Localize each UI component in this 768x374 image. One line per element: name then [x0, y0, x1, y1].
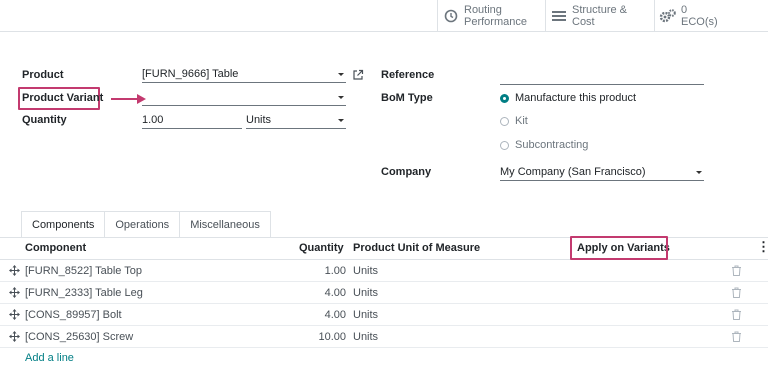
bom-type-label: BoM Type	[381, 92, 433, 104]
component-cell: [FURN_2333] Table Leg	[25, 287, 143, 299]
uom-cell: Units	[353, 331, 379, 343]
chevron-down-icon	[338, 73, 344, 76]
component-cell: [CONS_25630] Screw	[25, 331, 134, 343]
eco-button[interactable]: 0 ECO(s)	[654, 0, 768, 32]
trash-icon[interactable]	[731, 309, 742, 323]
quantity-field[interactable]: 1.00	[142, 113, 242, 129]
stat-label-line1: Structure &	[572, 4, 628, 16]
reference-label: Reference	[381, 69, 435, 81]
bom-type-option-kit[interactable]: Kit	[500, 115, 528, 127]
quantity-value: 1.00	[142, 114, 164, 126]
drag-handle-icon[interactable]	[9, 309, 20, 323]
bom-type-option-subcontracting[interactable]: Subcontracting	[500, 139, 588, 151]
quantity-cell: 10.00	[318, 331, 346, 343]
company-label: Company	[381, 166, 432, 178]
list-icon	[546, 10, 572, 22]
chevron-down-icon	[338, 96, 344, 99]
bom-type-option-manufacture[interactable]: Manufacture this product	[500, 92, 636, 104]
radio-unchecked-icon	[500, 140, 509, 150]
routing-performance-button[interactable]: Routing Performance	[437, 0, 545, 32]
column-options-icon[interactable]: ⋮	[757, 239, 768, 255]
bom-type-option-label: Manufacture this product	[515, 92, 637, 104]
component-cell: [FURN_8522] Table Top	[25, 265, 142, 277]
bom-type-option-label: Subcontracting	[515, 139, 589, 151]
tab-components[interactable]: Components	[21, 211, 106, 238]
column-header-quantity[interactable]: Quantity	[299, 242, 344, 254]
uom-cell: Units	[353, 265, 379, 277]
product-variant-field[interactable]	[142, 90, 346, 106]
gears-icon	[655, 9, 681, 23]
drag-handle-icon[interactable]	[9, 287, 20, 301]
uom-value: Units	[246, 114, 272, 126]
column-header-uom[interactable]: Product Unit of Measure	[353, 242, 480, 254]
quantity-cell: 4.00	[324, 287, 346, 299]
external-link-icon[interactable]	[352, 69, 364, 84]
quantity-cell: 1.00	[324, 265, 346, 277]
stat-label-line1: 0	[681, 4, 688, 16]
trash-icon[interactable]	[731, 265, 742, 279]
bom-type-option-label: Kit	[515, 115, 528, 127]
tab-miscellaneous[interactable]: Miscellaneous	[179, 211, 271, 238]
uom-field[interactable]: Units	[246, 113, 346, 129]
radio-checked-icon	[500, 93, 509, 103]
tab-operations[interactable]: Operations	[104, 211, 181, 238]
table-row[interactable]: [FURN_2333] Table Leg 4.00 Units	[0, 282, 768, 304]
table-row[interactable]: [CONS_25630] Screw 10.00 Units	[0, 326, 768, 348]
product-value: [FURN_9666] Table	[142, 68, 239, 80]
quantity-label: Quantity	[22, 114, 67, 126]
company-field[interactable]: My Company (San Francisco)	[500, 165, 704, 181]
stat-label-line2: Performance	[464, 16, 527, 28]
quantity-cell: 4.00	[324, 309, 346, 321]
product-field[interactable]: [FURN_9666] Table	[142, 67, 346, 83]
trash-icon[interactable]	[731, 331, 742, 345]
product-variant-label: Product Variant	[22, 92, 104, 104]
chevron-down-icon	[696, 171, 702, 174]
add-line-link[interactable]: Add a line	[25, 352, 74, 364]
component-cell: [CONS_89957] Bolt	[25, 309, 122, 321]
company-value: My Company (San Francisco)	[500, 166, 646, 178]
column-header-component[interactable]: Component	[25, 242, 86, 254]
reference-field[interactable]	[500, 69, 704, 85]
chevron-down-icon	[338, 119, 344, 122]
uom-cell: Units	[353, 287, 379, 299]
stat-label-line2: Cost	[572, 16, 595, 28]
radio-unchecked-icon	[500, 116, 509, 126]
variants-column-highlight	[570, 236, 668, 260]
stat-label-line2: ECO(s)	[681, 16, 718, 28]
stat-label-line1: Routing	[464, 4, 502, 16]
uom-cell: Units	[353, 309, 379, 321]
stat-button-bar: Routing Performance Structure & Cost 0 E…	[0, 0, 768, 32]
notebook-tabs: Components Operations Miscellaneous	[21, 211, 271, 238]
structure-cost-button[interactable]: Structure & Cost	[545, 0, 654, 32]
drag-handle-icon[interactable]	[9, 331, 20, 345]
drag-handle-icon[interactable]	[9, 265, 20, 279]
trash-icon[interactable]	[731, 287, 742, 301]
product-label: Product	[22, 69, 64, 81]
table-row[interactable]: [FURN_8522] Table Top 1.00 Units	[0, 260, 768, 282]
clock-icon	[438, 9, 464, 23]
table-row[interactable]: [CONS_89957] Bolt 4.00 Units	[0, 304, 768, 326]
